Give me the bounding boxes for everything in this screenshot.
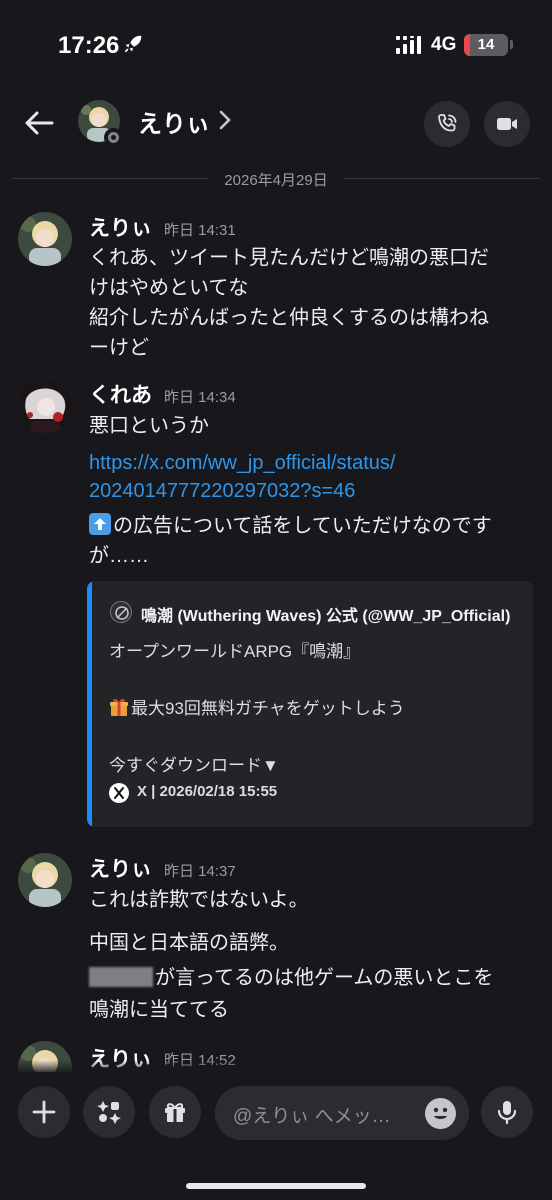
gift-button[interactable] [149,1086,201,1138]
status-time: 17:26 [58,32,120,59]
battery-percent: 14 [477,36,495,53]
message-author[interactable]: くれあ [89,379,152,409]
battery-indicator: 14 [464,34,508,56]
avatar[interactable] [18,379,72,433]
message-text: けはやめといてな [89,277,249,299]
message-text-span: の広告について話をしていただけなのです [113,515,492,537]
arrow-left-icon[interactable] [22,106,56,140]
rocket-icon [124,35,142,53]
chat-header: えりぃ [0,92,552,158]
message-input-placeholder: @えりぃ へメッ… [233,1106,391,1127]
emoji-button[interactable] [425,1098,456,1129]
message-author[interactable]: えりぃ [89,853,152,883]
message-author[interactable]: えりぃ [89,212,152,242]
emoji-icon [433,1107,448,1119]
embed-accent-bar [87,581,92,827]
gift-emoji-icon [110,698,128,716]
embed-author[interactable]: 鳴潮 (Wuthering Waves) 公式 (@WW_JP_Official… [141,602,510,626]
video-call-button[interactable] [484,101,530,147]
home-indicator [186,1183,366,1189]
chevron-right-icon[interactable] [218,110,232,130]
message-input[interactable]: @えりぃ へメッ… [215,1086,469,1140]
embed-text: 今すぐダウンロード▼ [109,756,279,775]
apps-button[interactable] [83,1086,135,1138]
video-camera-icon [497,118,517,130]
apps-icon [97,1101,121,1124]
message-timestamp: 昨日 14:37 [164,863,236,880]
message-text: これは詐欺ではないよ。 [89,889,309,911]
avatar[interactable] [18,212,72,266]
status-offline-icon [104,128,123,147]
gift-icon [165,1103,185,1122]
embed-text-span: 最大93回無料ガチャをゲットしよう [131,699,405,718]
embed-text: 最大93回無料ガチャをゲットしよう [109,694,405,719]
phone-icon [438,114,457,132]
embed-author-avatar [110,601,132,623]
status-bar: 17:26 4G 14 [0,0,552,90]
message-timestamp: 昨日 14:34 [164,389,236,406]
message-text-span: が言ってるのは他ゲームの悪いとこを [155,967,494,989]
arrow-up-emoji-icon [89,513,111,535]
plus-icon [32,1100,56,1124]
message-timestamp: 昨日 14:31 [164,222,236,239]
battery-nub [510,40,513,49]
signal-icon [396,36,421,54]
chat-title[interactable]: えりぃ [138,104,210,139]
message-text: くれあ、ツイート見たんだけど鳴潮の悪口だ [89,247,489,269]
voice-message-button[interactable] [481,1086,533,1138]
message-text: 鳴潮に当ててる [89,999,229,1021]
date-divider: 2026年4月29日 [208,169,344,190]
add-attachment-button[interactable] [18,1086,70,1138]
microphone-icon [497,1101,517,1125]
message-link[interactable]: 2024014777220297032?s=46 [89,480,355,503]
message-text: の広告について話をしていただけなのです [89,509,492,538]
message-text: 紹介したがんばったと仲良くするのは構わね [89,307,489,329]
message-text: 悪口というか [89,415,209,437]
link-embed[interactable]: 鳴潮 (Wuthering Waves) 公式 (@WW_JP_Official… [87,581,533,827]
network-type: 4G [431,34,457,55]
embed-text: オープンワールドARPG『鳴潮』 [109,642,361,661]
avatar[interactable] [18,853,72,907]
message-text: が言ってるのは他ゲームの悪いとこを [89,961,493,990]
message-text: 中国と日本語の語弊。 [89,932,289,954]
message-link[interactable]: https://x.com/ww_jp_official/status/ [89,452,395,475]
redacted-name [89,967,153,987]
x-logo-icon [109,783,129,803]
voice-call-button[interactable] [424,101,470,147]
message-text: ーけど [89,337,149,359]
message-text: が…… [89,545,149,567]
embed-footer: X | 2026/02/18 15:55 [137,783,278,800]
